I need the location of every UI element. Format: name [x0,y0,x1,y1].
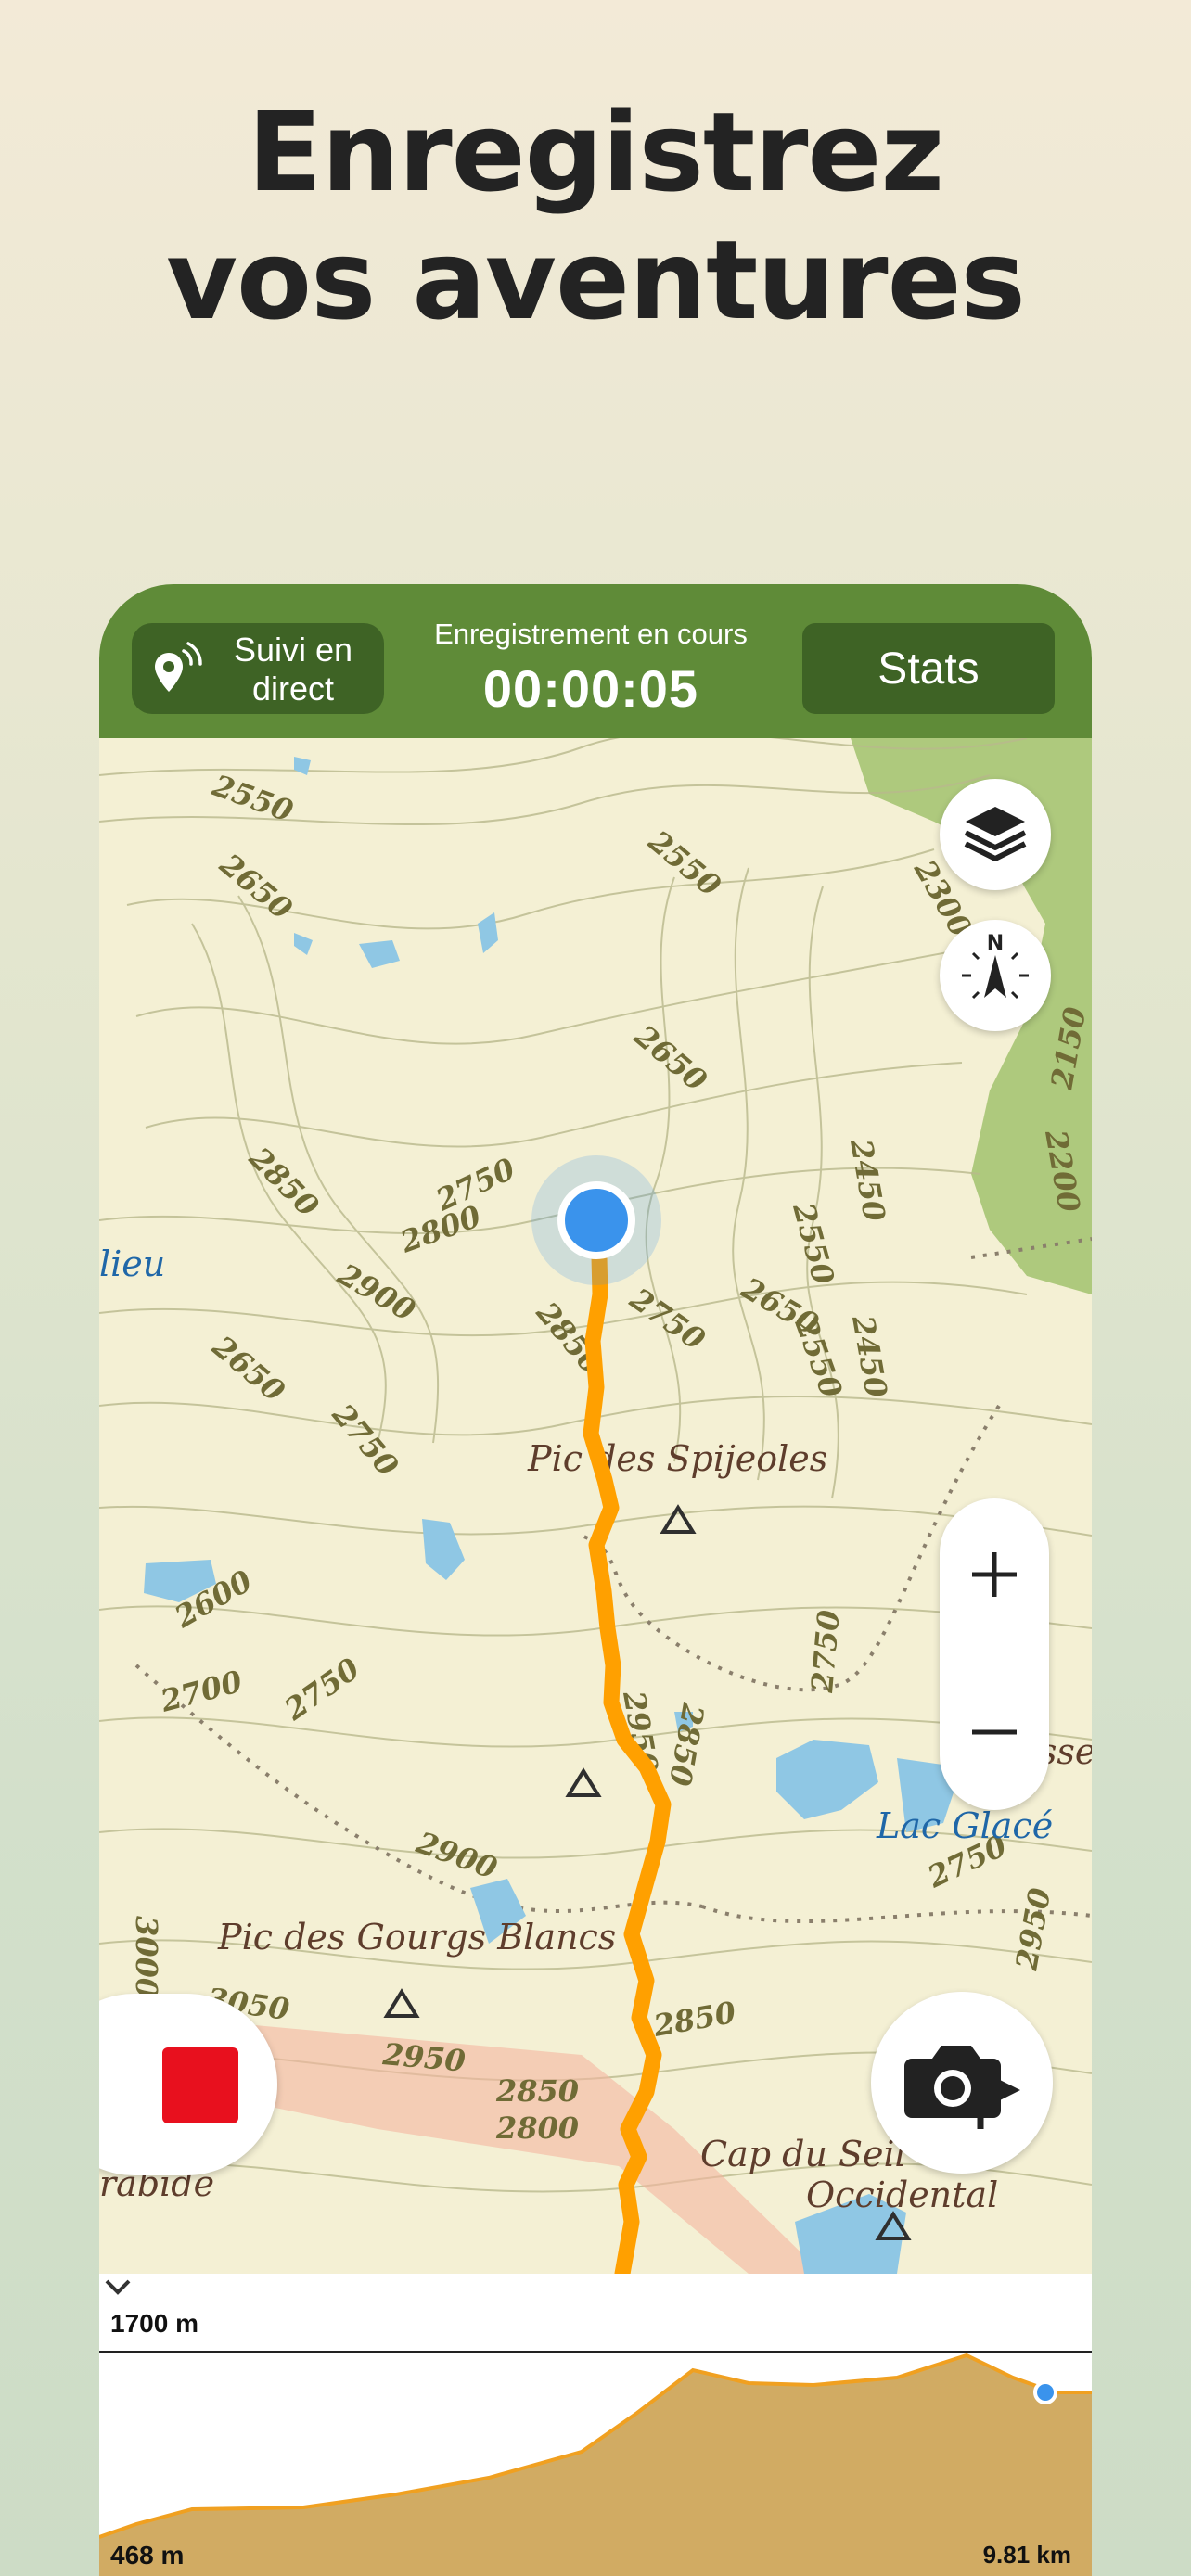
compass-icon: N [962,932,1029,1000]
photo-waypoint-button[interactable] [871,1992,1053,2174]
elevation-profile[interactable]: 1700 m 468 m 9.81 km [99,2274,1092,2576]
recording-topbar: Suivi en direct Enregistrement en cours … [99,584,1092,738]
zoom-in-icon[interactable] [967,1547,1022,1602]
camera-flag-icon [904,2046,1020,2129]
contour-label: 3000 [129,1916,164,1998]
elevation-chart [99,2351,1092,2576]
elevation-position-marker [1033,2380,1057,2404]
place-label: Lac Glacé [876,1805,1053,1846]
distance-label: 9.81 km [982,2541,1071,2569]
svg-text:N: N [987,932,1004,955]
elevation-max-label: 1700 m [110,2309,198,2338]
zoom-control [940,1498,1049,1810]
live-location-icon [155,642,202,692]
stats-button[interactable]: Stats [802,623,1055,714]
recording-timer: 00:00:05 [482,659,699,718]
layers-button[interactable] [940,779,1051,890]
contour-label: 2850 [495,2073,579,2109]
elevation-min-label: 468 m [110,2541,185,2570]
phone-screen: Suivi en direct Enregistrement en cours … [99,584,1092,2576]
contour-label: 2800 [495,2111,579,2146]
place-label: lieu [99,1243,165,1284]
live-tracking-label: Suivi en direct [233,631,353,708]
compass-button[interactable]: N [940,920,1051,1031]
place-label: Pic des Gourgs Blancs [217,1917,616,1958]
contour-label: 2950 [380,2036,467,2079]
headline: Enregistrez vos aventures [0,88,1191,344]
place-label: Pic des Spijeoles [527,1438,827,1479]
stop-icon [162,2047,238,2123]
live-tracking-button[interactable]: Suivi en direct [132,623,384,714]
topo-map[interactable]: 2550 2650 2550 2650 2450 2300 2850 2750 … [99,738,1092,2274]
zoom-out-icon[interactable] [967,1704,1022,1760]
recording-status: Enregistrement en cours [434,618,748,650]
current-position-marker [557,1181,635,1259]
headline-line-1: Enregistrez [247,88,944,216]
stop-recording-button[interactable] [99,1994,277,2175]
layers-icon [964,807,1027,861]
place-label: Occidental [806,2174,998,2215]
headline-line-2: vos aventures [166,216,1026,344]
contour-label: 2750 [804,1609,847,1695]
